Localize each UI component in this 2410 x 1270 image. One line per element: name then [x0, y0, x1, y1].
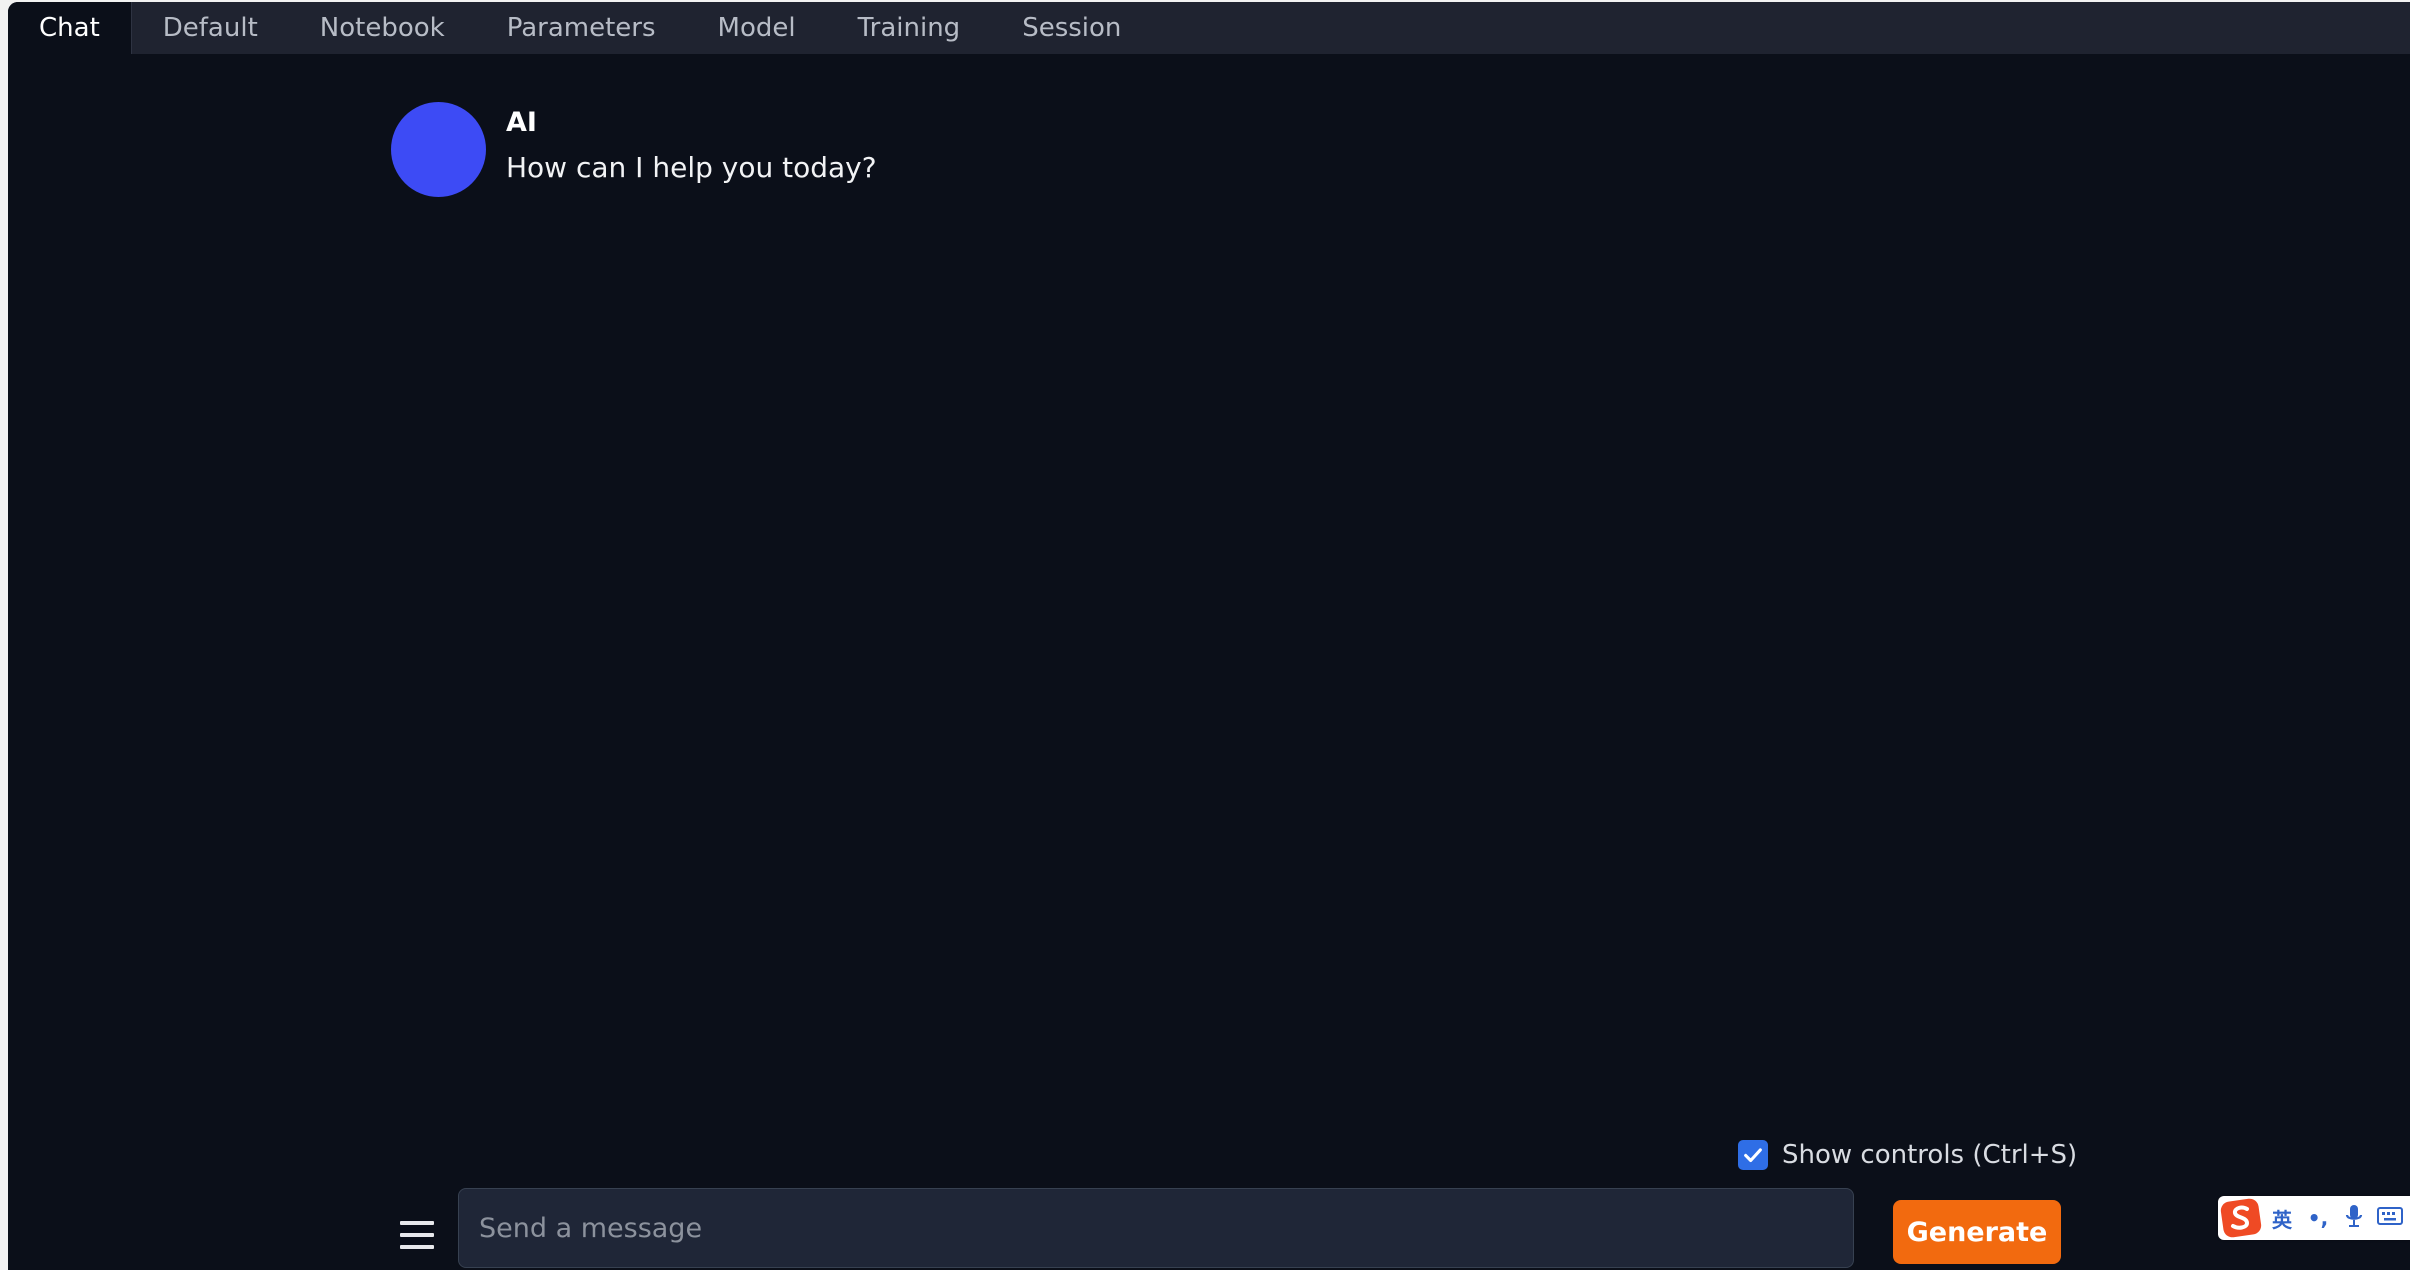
message-input-box — [458, 1188, 1854, 1268]
ime-punctuation-toggle[interactable]: •, — [2300, 1206, 2336, 1230]
tab-model[interactable]: Model — [687, 2, 827, 54]
avatar — [391, 102, 486, 197]
hamburger-bar — [400, 1245, 434, 1249]
checkmark-icon — [1744, 1148, 1762, 1163]
tab-bar: Chat Default Notebook Parameters Model T… — [8, 2, 2410, 54]
show-controls-checkbox[interactable] — [1738, 1140, 1768, 1170]
tab-notebook[interactable]: Notebook — [289, 2, 476, 54]
keyboard-shape — [2377, 1206, 2403, 1225]
sogou-logo-shape — [2220, 1198, 2262, 1238]
sogou-logo-icon[interactable] — [2220, 1196, 2264, 1240]
chat-message: AI How can I help you today? — [391, 102, 877, 197]
generate-button[interactable]: Generate — [1893, 1200, 2061, 1264]
tab-training[interactable]: Training — [827, 2, 992, 54]
ime-toolbar: 英 •, — [2218, 1196, 2410, 1240]
hamburger-bar — [400, 1233, 434, 1237]
app-window: Chat Default Notebook Parameters Model T… — [8, 2, 2410, 1270]
tab-default[interactable]: Default — [132, 2, 289, 54]
show-controls-label: Show controls (Ctrl+S) — [1782, 1140, 2078, 1170]
hamburger-bar — [400, 1221, 434, 1225]
microphone-shape — [2345, 1204, 2363, 1227]
tab-session[interactable]: Session — [991, 2, 1152, 54]
keyboard-icon[interactable] — [2372, 1206, 2408, 1231]
message-input[interactable] — [459, 1189, 1853, 1267]
ime-language-toggle[interactable]: 英 — [2264, 1204, 2300, 1233]
hamburger-icon[interactable] — [392, 1212, 444, 1258]
message-author: AI — [506, 107, 537, 138]
message-body: AI How can I help you today? — [506, 102, 877, 188]
microphone-icon[interactable] — [2336, 1204, 2372, 1233]
tab-parameters[interactable]: Parameters — [476, 2, 687, 54]
show-controls-toggle[interactable]: Show controls (Ctrl+S) — [1738, 1140, 2077, 1170]
tab-chat[interactable]: Chat — [8, 2, 132, 54]
message-text: How can I help you today? — [506, 151, 877, 184]
